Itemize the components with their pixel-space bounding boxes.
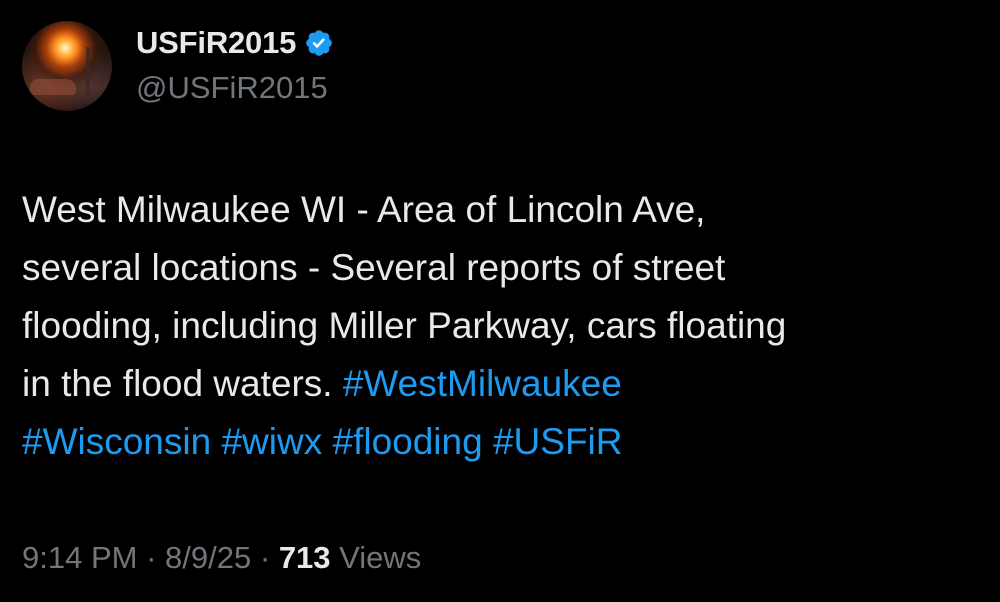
- tweet-text-line: several locations - Several reports of s…: [22, 247, 726, 288]
- hashtag-link[interactable]: #Wisconsin: [22, 421, 211, 462]
- hashtag-link[interactable]: #WestMilwaukee: [343, 363, 622, 404]
- verified-badge-icon[interactable]: [304, 28, 334, 58]
- hashtag-link[interactable]: #USFiR: [493, 421, 623, 462]
- author-handle[interactable]: @USFiR2015: [136, 70, 328, 106]
- tweet-text-line: in the flood waters. #WestMilwaukee: [22, 363, 622, 404]
- author-name-row: USFiR2015: [136, 24, 334, 62]
- views-count: 713: [278, 540, 331, 575]
- tweet-text: West Milwaukee WI - Area of Lincoln Ave,…: [22, 181, 982, 471]
- meta-separator: ·: [259, 540, 271, 575]
- hashtag-link[interactable]: #wiwx: [221, 421, 322, 462]
- views-label: Views: [339, 540, 422, 575]
- avatar-car-shape: [30, 79, 76, 95]
- meta-separator: ·: [146, 540, 157, 575]
- tweet-text-line: West Milwaukee WI - Area of Lincoln Ave,: [22, 189, 706, 230]
- tweet-text-line: #Wisconsin #wiwx #flooding #USFiR: [22, 413, 982, 471]
- tweet: USFiR2015 @USFiR2015 West Milwaukee WI -…: [0, 0, 1000, 602]
- tweet-text-line: flooding, including Miller Parkway, cars…: [22, 305, 787, 346]
- avatar[interactable]: [22, 21, 112, 111]
- tweet-time[interactable]: 9:14 PM: [22, 540, 137, 575]
- tweet-meta: 9:14 PM · 8/9/25 · 713 Views: [22, 540, 421, 576]
- avatar-pole-shape: [86, 47, 90, 97]
- hashtag-link[interactable]: #flooding: [333, 421, 483, 462]
- display-name[interactable]: USFiR2015: [136, 25, 296, 61]
- tweet-date[interactable]: 8/9/25: [165, 540, 251, 575]
